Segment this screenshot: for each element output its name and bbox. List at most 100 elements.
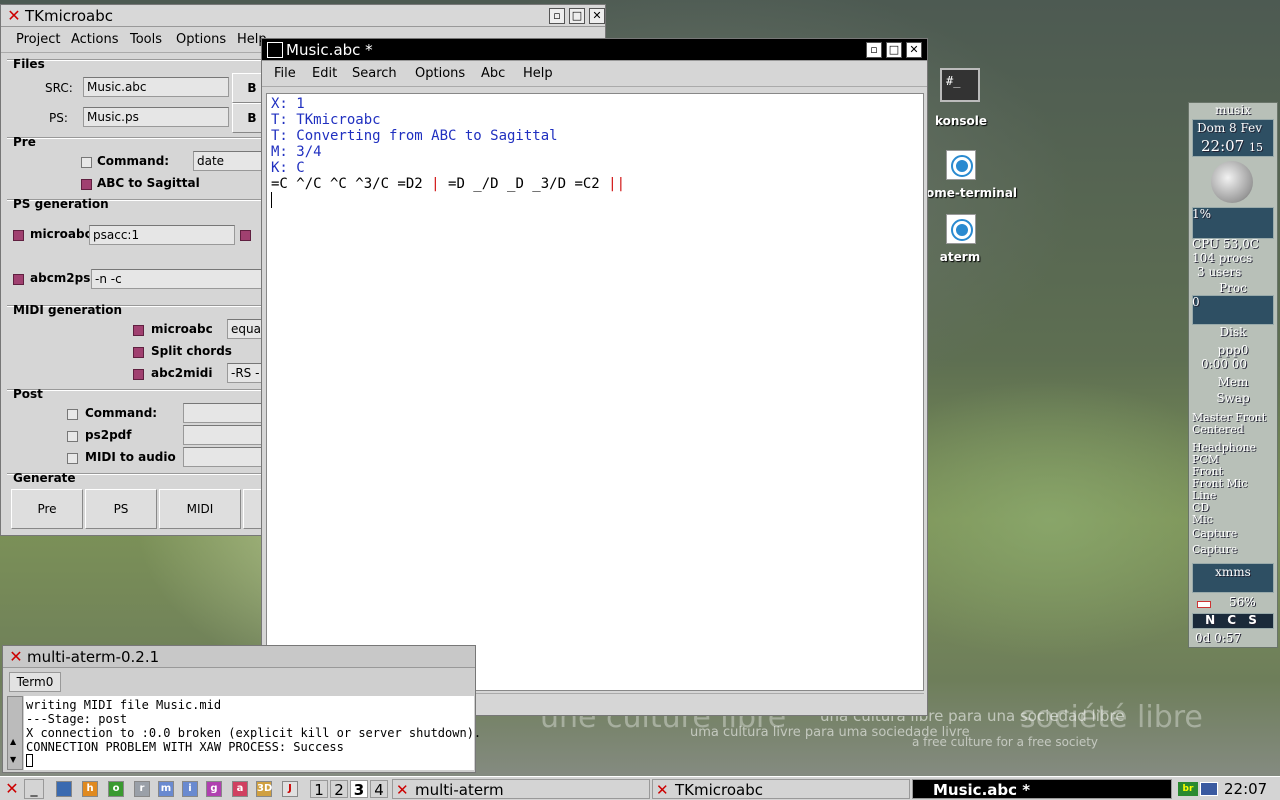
post-command-checkbox[interactable] (67, 409, 78, 420)
maximize-button[interactable]: □ (569, 8, 585, 24)
tray-flag-icon[interactable]: br (1178, 782, 1198, 796)
ps-input[interactable]: Music.ps (83, 107, 229, 127)
abc-to-sagittal-checkbox[interactable] (81, 179, 92, 190)
scroll-up-icon[interactable]: ▲ (10, 737, 16, 746)
abcm2ps-label: abcm2ps (30, 271, 91, 285)
mixer-mic[interactable]: Mic (1192, 513, 1274, 526)
midi-to-audio-checkbox[interactable] (67, 453, 78, 464)
terminal-line: ---Stage: post (26, 712, 128, 726)
battery-icon (1197, 601, 1211, 608)
process-count: 104 procs (1192, 251, 1253, 265)
task-music-abc[interactable]: Music.abc * (912, 779, 1172, 799)
terminal-scrollbar[interactable]: ▲ ▼ (7, 696, 23, 770)
tray-network-icon[interactable] (1200, 782, 1218, 796)
text-cursor (271, 192, 272, 208)
terminal-tab-term0[interactable]: Term0 (9, 672, 61, 692)
moon-icon (1211, 161, 1253, 203)
x-logo-icon: ✕ (9, 647, 23, 666)
split-chords-checkbox[interactable] (133, 347, 144, 358)
mixer-capture-2[interactable]: Capture (1192, 543, 1274, 556)
post-command-input[interactable] (183, 403, 273, 423)
launcher-m-icon[interactable]: m (158, 781, 174, 797)
tkmicroabc-titlebar[interactable]: ✕ TKmicroabc ▫ □ ✕ (1, 5, 605, 27)
menu-tools[interactable]: Tools (130, 32, 162, 47)
launcher-r-icon[interactable]: r (134, 781, 150, 797)
window-title: multi-aterm-0.2.1 (27, 648, 160, 666)
workspace-1[interactable]: 1 (310, 780, 328, 799)
midi-to-audio-input[interactable] (183, 447, 273, 467)
launcher-3d-icon[interactable]: 3D (256, 781, 272, 797)
close-button[interactable]: ✕ (589, 8, 605, 24)
terminal-output[interactable]: writing MIDI file Music.mid ---Stage: po… (24, 696, 481, 770)
menu-file[interactable]: File (274, 66, 296, 81)
editor-titlebar[interactable]: Music.abc * ▫ □ ✕ (262, 39, 927, 61)
taskbar-clock[interactable]: 22:07 (1224, 779, 1267, 799)
minimize-button[interactable]: ▫ (549, 8, 565, 24)
mem-label: Mem (1217, 375, 1249, 389)
workspace-2[interactable]: 2 (330, 780, 348, 799)
time-seconds: 15 (1249, 141, 1264, 154)
abc-line-x: X: 1 (271, 96, 305, 112)
abc2midi-label: abc2midi (151, 366, 213, 380)
mixer-capture[interactable]: Capture (1192, 527, 1274, 540)
ps2pdf-label: ps2pdf (85, 428, 132, 442)
start-menu-icon[interactable]: ✕ (3, 779, 21, 799)
ps2pdf-checkbox[interactable] (67, 431, 78, 442)
src-input[interactable]: Music.abc (83, 77, 229, 97)
abc2midi-checkbox[interactable] (133, 369, 144, 380)
workspace-4[interactable]: 4 (370, 780, 388, 799)
launcher-g-icon[interactable]: g (206, 781, 222, 797)
time: 22:07 15 (1201, 137, 1274, 155)
scroll-down-icon[interactable]: ▼ (10, 755, 16, 764)
generate-ps-button[interactable]: PS (85, 489, 157, 529)
mixer-centered[interactable]: Centered (1192, 423, 1274, 436)
desktop-icon-label: ome-terminal (926, 186, 1018, 200)
desktop-icon-aterm[interactable]: aterm (930, 214, 990, 270)
minimize-button[interactable]: ▫ (866, 42, 882, 58)
disk-label: Disk (1219, 325, 1247, 339)
menu-options[interactable]: Options (176, 32, 226, 47)
menu-edit[interactable]: Edit (312, 66, 337, 81)
pre-command-checkbox[interactable] (81, 157, 92, 168)
system-monitor: musix Dom 8 Fev 22:07 15 1% CPU 53,0C 10… (1188, 102, 1278, 648)
ps2pdf-input[interactable] (183, 425, 273, 445)
desktop-icon-gnome-terminal[interactable]: ome-terminal (926, 150, 1018, 206)
task-tkmicroabc[interactable]: ✕ TKmicroabc (652, 779, 910, 799)
workspace-3[interactable]: 3 (350, 780, 368, 799)
menu-search[interactable]: Search (352, 66, 397, 81)
midi-microabc-checkbox[interactable] (133, 325, 144, 336)
close-button[interactable]: ✕ (906, 42, 922, 58)
menu-help[interactable]: Help (523, 66, 553, 81)
taskbar: ✕ _ h o r m i g a 3D J 1 2 3 4 ✕ multi-at… (0, 776, 1280, 800)
generate-midi-button[interactable]: MIDI (159, 489, 241, 529)
x-logo-icon: ✕ (656, 781, 669, 799)
menu-project[interactable]: Project (16, 32, 60, 47)
abcm2ps-checkbox[interactable] (13, 274, 24, 285)
section-files: Files (13, 57, 45, 71)
launcher-i-icon[interactable]: i (182, 781, 198, 797)
launcher-h-icon[interactable]: h (82, 781, 98, 797)
desktop-icon-konsole[interactable]: #_ konsole (930, 66, 992, 130)
ps-microabc-checkbox[interactable] (13, 230, 24, 241)
ps-microabc-input[interactable]: psacc:1 (89, 225, 235, 245)
launcher-o-icon[interactable]: o (108, 781, 124, 797)
menu-options[interactable]: Options (415, 66, 465, 81)
text-editor[interactable]: X: 1 T: TKmicroabc T: Converting from AB… (266, 93, 924, 691)
abcm2ps-input[interactable]: -n -c (91, 269, 273, 289)
launcher-a-icon[interactable]: a (232, 781, 248, 797)
generate-pre-button[interactable]: Pre (11, 489, 83, 529)
abc-line-title: T: TKmicroabc (271, 112, 381, 128)
show-desktop-button[interactable]: _ (24, 779, 44, 799)
task-multi-aterm[interactable]: ✕ multi-aterm (392, 779, 650, 799)
terminal-titlebar[interactable]: ✕ multi-aterm-0.2.1 (3, 646, 475, 668)
cpu-temp: 53,0C (1223, 237, 1259, 251)
task-label: multi-aterm (415, 781, 504, 799)
ps-microabc-option-checkbox[interactable] (240, 230, 251, 241)
date: Dom 8 Fev (1197, 121, 1263, 135)
abc-line-key: K: C (271, 160, 305, 176)
launcher-j-icon[interactable]: J (282, 781, 298, 797)
menu-actions[interactable]: Actions (71, 32, 119, 47)
maximize-button[interactable]: □ (886, 42, 902, 58)
menu-abc[interactable]: Abc (481, 66, 505, 81)
editor-launcher-icon[interactable] (56, 781, 72, 797)
